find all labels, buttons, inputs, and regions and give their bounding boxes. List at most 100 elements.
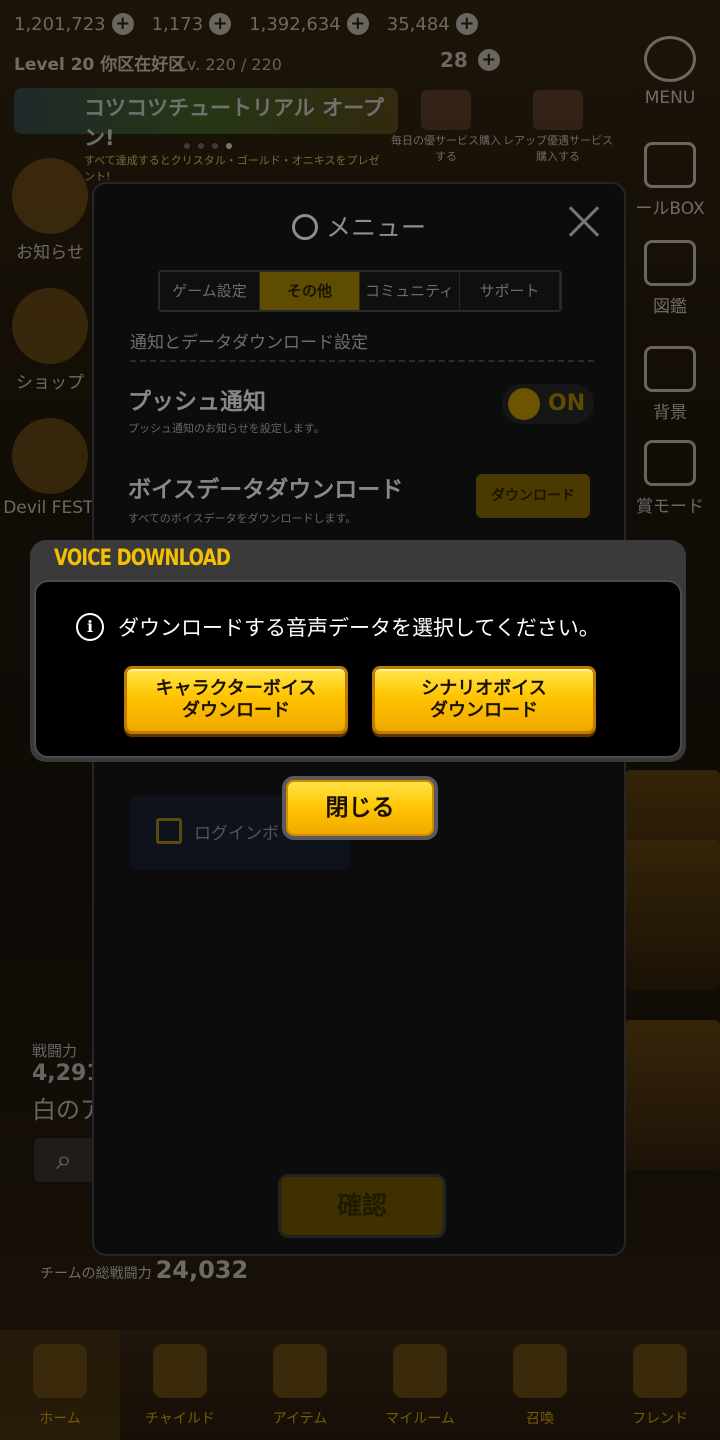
button-line2: ダウンロード [182, 700, 290, 721]
currency-value: 1,201,723 [14, 13, 106, 35]
dialog-title: VOICE DOWNLOAD [54, 546, 231, 571]
tab-community[interactable]: コミュニティ [360, 272, 460, 310]
nav-friend[interactable]: フレンド [600, 1330, 720, 1440]
nav-home[interactable]: ホーム [0, 1330, 120, 1440]
team-power-label: チームの総戦闘力 [40, 1266, 152, 1282]
flame-icon [153, 1344, 207, 1398]
gift-icon [533, 90, 583, 130]
stamina-value: 28 [440, 48, 468, 72]
menu-button[interactable]: MENU [620, 36, 720, 108]
plus-icon[interactable]: + [477, 49, 500, 71]
team-power-value: 24,032 [155, 1256, 249, 1284]
toggle-knob [508, 388, 540, 420]
nav-label: フレンド [632, 1411, 688, 1427]
nav-label: チャイルド [145, 1411, 215, 1427]
plus-icon[interactable]: + [455, 13, 478, 35]
fullscreen-icon [644, 440, 696, 486]
tab-game-settings[interactable]: ゲーム設定 [160, 272, 260, 310]
calendar-icon [156, 818, 182, 844]
player-exp: Lv. 220 / 220 [178, 55, 282, 74]
shop-label: ショップ [16, 373, 84, 393]
plus-icon[interactable]: + [209, 13, 232, 35]
tutorial-banner[interactable]: コツコツチュートリアル オープン! すべて達成するとクリスタル・ゴールド・オニキ… [14, 88, 398, 183]
login-bonus-label: ログインボ [194, 824, 279, 844]
mailbox-label: ールBOX [635, 199, 705, 219]
levelup-service-label: レアップ優遇サービス購入する [503, 134, 613, 163]
push-toggle[interactable]: ON [502, 384, 594, 424]
search-icon[interactable]: ⌕ [34, 1138, 94, 1182]
stamina[interactable]: 28 + [440, 48, 500, 72]
nav-label: 召喚 [526, 1411, 554, 1427]
clock-icon [291, 214, 318, 240]
bottom-nav: ホーム チャイルド アイテム マイルーム 召喚 フレンド [0, 1330, 720, 1440]
currency-value: 35,484 [386, 13, 450, 35]
button-line1: シナリオボイス [421, 678, 547, 699]
view-mode-button[interactable]: 賞モード [620, 440, 720, 517]
divider [130, 360, 594, 362]
menu-title-text: メニュー [325, 213, 426, 242]
news-button[interactable]: お知らせ [0, 158, 100, 263]
nav-summon[interactable]: 召喚 [480, 1330, 600, 1440]
nav-label: マイルーム [385, 1411, 455, 1427]
voice-subtitle: すべてのボイスデータをダウンロードします。 [128, 512, 357, 525]
character-voice-download-button[interactable]: キャラクターボイス ダウンロード [124, 666, 348, 734]
banner-subtitle: すべて達成するとクリスタル・ゴールド・オニキスをプレゼント! [84, 154, 380, 183]
toggle-state: ON [548, 391, 586, 416]
status-bar: 1,201,723 + 1,173 + 1,392,634 + 35,484 + [0, 0, 720, 48]
close-icon[interactable] [564, 202, 604, 242]
wrench-icon [644, 36, 696, 82]
encyclopedia-button[interactable]: 図鑑 [620, 240, 720, 317]
player-level: Level 20 你区在好区 [14, 55, 186, 75]
currency-onyx[interactable]: 35,484 + [387, 13, 478, 35]
voice-download-dialog: VOICE DOWNLOAD i ダウンロードする音声データを選択してください。… [30, 540, 686, 762]
nav-child[interactable]: チャイルド [120, 1330, 240, 1440]
levelup-service-item[interactable]: レアップ優遇サービス購入する [498, 90, 618, 164]
voice-download-button[interactable]: ダウンロード [476, 474, 590, 518]
button-line2: ダウンロード [430, 700, 538, 721]
push-title: プッシュ通知 [128, 389, 266, 415]
info-icon: i [76, 613, 104, 641]
plus-icon[interactable]: + [346, 13, 369, 35]
devil-fest-button[interactable]: Devil FEST. [0, 418, 100, 518]
tab-other[interactable]: その他 [260, 272, 360, 310]
event-art-story[interactable] [624, 840, 720, 990]
mailbox-button[interactable]: ールBOX [620, 142, 720, 219]
button-line1: キャラクターボイス [155, 678, 317, 699]
dialog-message-text: ダウンロードする音声データを選択してください。 [118, 616, 600, 640]
gift-icon [421, 90, 471, 130]
news-label: お知らせ [16, 243, 84, 263]
nav-item[interactable]: アイテム [240, 1330, 360, 1440]
menu-label: MENU [644, 88, 696, 108]
background-button[interactable]: 背景 [620, 346, 720, 423]
shop-icon [12, 288, 88, 364]
event-art-world[interactable] [624, 1020, 720, 1170]
team-power: チームの総戦闘力 24,032 [40, 1256, 248, 1284]
nav-myroom[interactable]: マイルーム [360, 1330, 480, 1440]
devil-fest-icon [12, 418, 88, 494]
dialog-message: i ダウンロードする音声データを選択してください。 [76, 612, 600, 642]
tab-support[interactable]: サポート [460, 272, 560, 310]
close-button[interactable]: 閉じる [282, 776, 438, 840]
dialog-body: i ダウンロードする音声データを選択してください。 キャラクターボイス ダウンロー… [34, 580, 682, 758]
view-mode-label: 賞モード [636, 497, 704, 517]
home-icon [33, 1344, 87, 1398]
plus-icon[interactable]: + [111, 13, 134, 35]
daily-service-item[interactable]: 毎日の優サービス購入する [386, 90, 506, 164]
currency-crystal[interactable]: 1,173 + [152, 13, 232, 35]
banner-pagination [184, 143, 232, 149]
banner-title: コツコツチュートリアル オープン! [84, 96, 384, 150]
push-subtitle: プッシュ通知のお知らせを設定します。 [128, 422, 325, 435]
currency-value: 1,392,634 [249, 13, 341, 35]
book-icon [644, 240, 696, 286]
currency-gem[interactable]: 1,201,723 + [14, 13, 134, 35]
currency-gold[interactable]: 1,392,634 + [249, 13, 369, 35]
house-gear-icon [644, 346, 696, 392]
menu-title: メニュー [94, 208, 624, 244]
confirm-button[interactable]: 確認 [278, 1174, 446, 1238]
mail-icon [644, 142, 696, 188]
shop-button[interactable]: ショップ [0, 288, 100, 393]
devil-fest-label: Devil FEST. [3, 498, 97, 518]
encyclopedia-label: 図鑑 [653, 297, 687, 317]
nav-label: アイテム [272, 1411, 328, 1427]
scenario-voice-download-button[interactable]: シナリオボイス ダウンロード [372, 666, 596, 734]
